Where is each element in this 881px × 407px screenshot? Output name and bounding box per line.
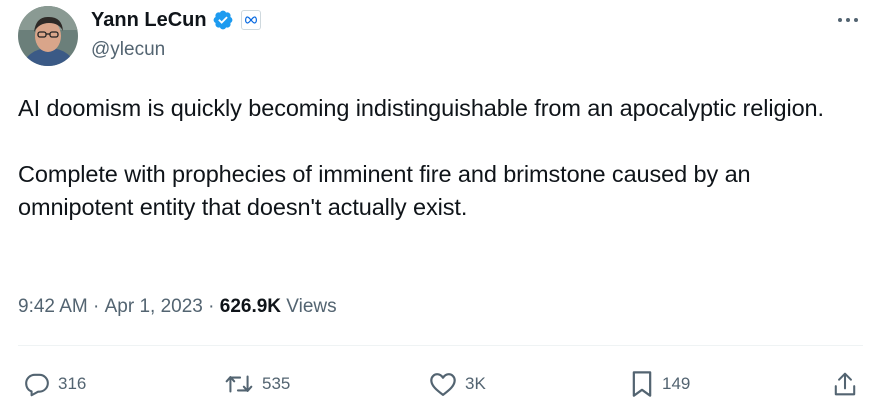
verified-badge-icon <box>212 9 234 31</box>
bookmark-count: 149 <box>662 374 691 393</box>
tweet-date[interactable]: Apr 1, 2023 <box>105 294 203 320</box>
author-name-row: Yann LeCun <box>91 7 261 33</box>
meta-infinity-icon[interactable] <box>240 10 261 30</box>
meta-separator: · <box>87 296 105 317</box>
retweet-icon <box>225 375 253 393</box>
tweet-card: Yann LeCun @ylecun AI doomism is quickly… <box>0 0 881 407</box>
tweet-time[interactable]: 9:42 AM <box>18 294 88 320</box>
views-count[interactable]: 626.9K <box>220 294 281 320</box>
reply-count: 316 <box>58 374 87 393</box>
tweet-paragraph: Complete with prophecies of imminent fir… <box>18 161 757 220</box>
divider <box>18 345 863 346</box>
heart-icon <box>430 373 456 396</box>
tweet-text: AI doomism is quickly becoming indisting… <box>18 92 868 224</box>
avatar[interactable] <box>18 6 78 66</box>
author-display-name[interactable]: Yann LeCun <box>91 7 207 33</box>
more-icon <box>838 18 858 22</box>
bookmark-button[interactable]: 149 <box>630 370 690 398</box>
share-icon <box>834 372 856 396</box>
like-button[interactable]: 3K <box>429 371 486 397</box>
author-handle[interactable]: @ylecun <box>91 38 165 62</box>
retweet-button[interactable]: 535 <box>224 371 290 397</box>
bookmark-icon <box>632 371 652 397</box>
reply-icon <box>25 373 49 397</box>
share-button[interactable] <box>833 371 857 397</box>
meta-separator: · <box>202 296 220 317</box>
retweet-count: 535 <box>262 374 291 393</box>
more-button[interactable] <box>833 8 863 32</box>
tweet-meta: 9:42 AM · Apr 1, 2023 · 626.9K Views <box>18 294 337 320</box>
action-bar: 316 535 3K 149 <box>18 367 863 401</box>
tweet-paragraph: AI doomism is quickly becoming indisting… <box>18 95 824 121</box>
like-count: 3K <box>465 374 486 393</box>
reply-button[interactable]: 316 <box>24 371 86 397</box>
views-label: Views <box>281 296 337 317</box>
